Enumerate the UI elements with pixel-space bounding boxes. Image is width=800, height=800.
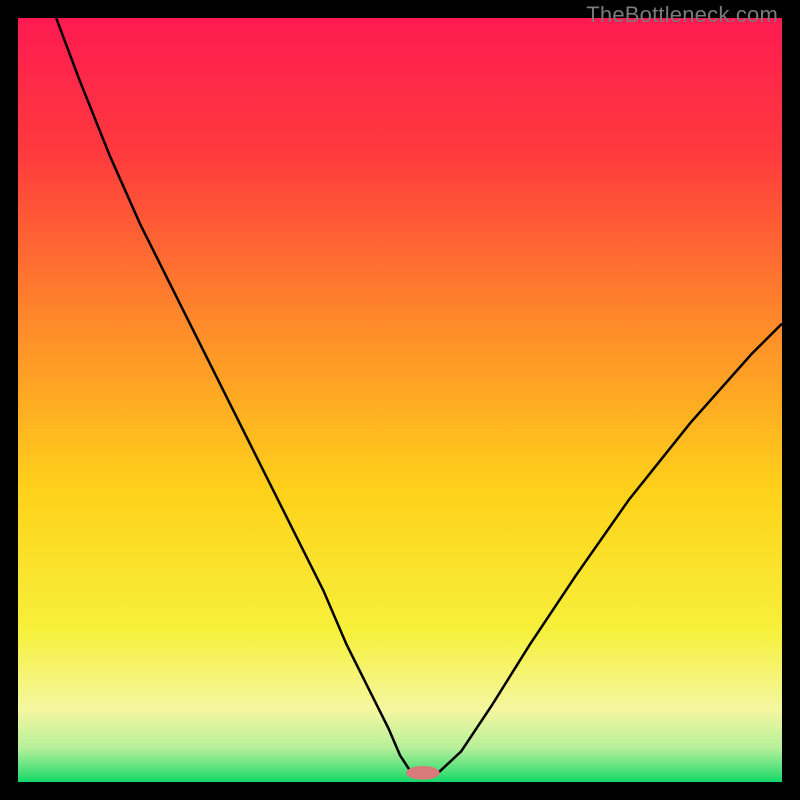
minimum-marker xyxy=(406,766,440,780)
watermark-text: TheBottleneck.com xyxy=(586,2,778,28)
chart-frame xyxy=(18,18,782,782)
gradient-background xyxy=(18,18,782,782)
bottleneck-chart xyxy=(18,18,782,782)
